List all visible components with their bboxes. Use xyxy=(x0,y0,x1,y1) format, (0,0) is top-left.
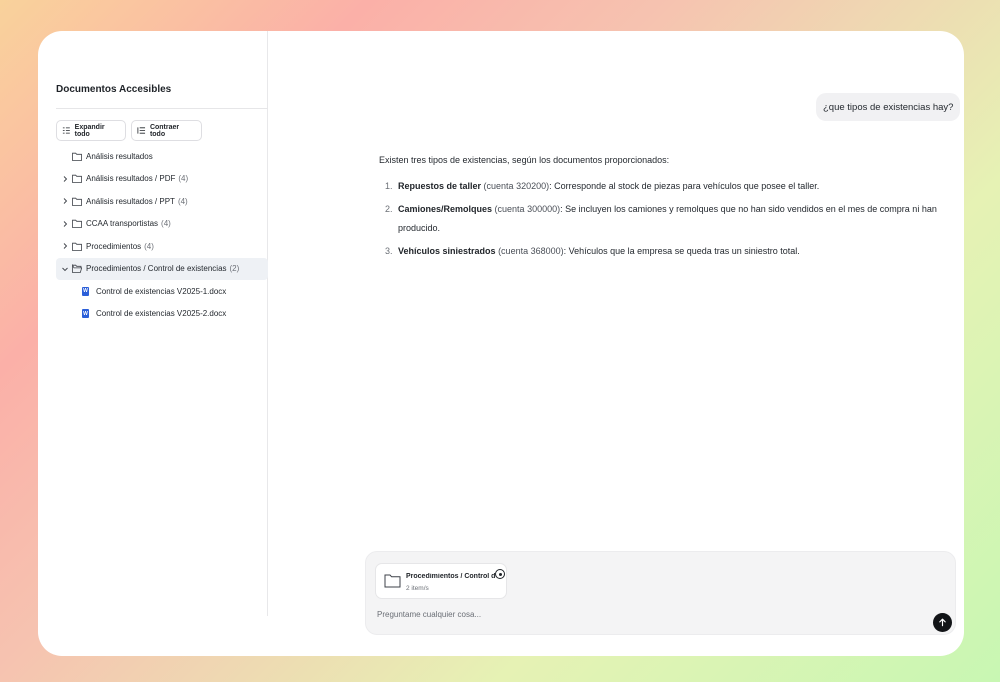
chevron-right-icon[interactable] xyxy=(61,220,69,228)
attachment-item-count: 2 item/s xyxy=(406,585,429,592)
tree-folder-label: Análisis resultados xyxy=(86,151,153,161)
answer-item-account: (cuenta 320200) xyxy=(483,181,550,191)
tree-folder-count: (2) xyxy=(229,264,240,274)
tree-folder-analisis-resultados[interactable]: Análisis resultados xyxy=(56,145,268,168)
tree-folder-analisis-ppt[interactable]: Análisis resultados / PPT (4) xyxy=(56,190,268,213)
remove-attachment-icon[interactable] xyxy=(495,569,505,579)
tree-folder-count: (4) xyxy=(161,219,171,229)
document-tree: Análisis resultados Análisis resultados … xyxy=(56,145,268,325)
answer-item-title: Repuestos de taller xyxy=(398,181,482,191)
answer-item-text: : Corresponde al stock de piezas para ve… xyxy=(549,181,820,191)
answer-list: 1. Repuestos de taller (cuenta 320200): … xyxy=(379,177,949,261)
folder-icon xyxy=(72,242,82,251)
app-window: Documentos Accesibles Expandir todo Cont… xyxy=(38,31,964,656)
tree-file-control-existencias-2[interactable]: W Control de existencias V2025-2.docx xyxy=(56,303,268,326)
answer-intro: Existen tres tipos de existencias, según… xyxy=(379,155,670,165)
tree-file-control-existencias-1[interactable]: W Control de existencias V2025-1.docx xyxy=(56,280,268,303)
folder-icon xyxy=(72,175,82,184)
attached-folder-card[interactable]: Procedimientos / Control de existencias … xyxy=(375,563,507,599)
answer-item-number: 2. xyxy=(385,204,393,214)
expand-all-label: Expandir todo xyxy=(74,123,105,138)
assistant-answer: Existen tres tipos de existencias, según… xyxy=(379,149,949,265)
chevron-down-icon[interactable] xyxy=(61,265,69,273)
answer-item-account: (cuenta 368000) xyxy=(498,246,564,256)
folder-icon xyxy=(72,152,82,161)
tree-folder-label: Procedimientos xyxy=(86,241,142,251)
sidebar-title: Documentos Accesibles xyxy=(56,84,172,95)
answer-item-number: 3. xyxy=(385,246,393,256)
tree-folder-label: Procedimientos / Control de existencias xyxy=(86,264,227,274)
answer-item-title: Camiones/Remolques xyxy=(398,204,493,214)
chevron-right-icon[interactable] xyxy=(61,197,69,205)
collapse-all-label: Contraer todo xyxy=(149,123,180,138)
folder-icon xyxy=(72,220,82,229)
tree-folder-label: CCAA transportistas xyxy=(86,219,159,229)
tree-folder-control-existencias[interactable]: Procedimientos / Control de existencias … xyxy=(56,257,268,280)
tree-folder-procedimientos[interactable]: Procedimientos (4) xyxy=(56,235,268,258)
folder-open-icon xyxy=(72,264,82,274)
tree-folder-label: Análisis resultados / PPT xyxy=(86,196,175,206)
word-document-icon: W xyxy=(82,286,89,296)
send-button[interactable] xyxy=(933,613,952,632)
tree-file-label: Control de existencias V2025-1.docx xyxy=(96,286,227,296)
tree-file-label: Control de existencias V2025-2.docx xyxy=(96,309,227,319)
folder-icon xyxy=(384,574,401,588)
tree-folder-ccaa-transportistas[interactable]: CCAA transportistas (4) xyxy=(56,213,268,236)
sidebar-divider xyxy=(56,108,268,109)
chat-composer: Procedimientos / Control de existencias … xyxy=(365,551,956,635)
answer-item-title: Vehículos siniestrados xyxy=(398,246,496,256)
answer-list-item: 1. Repuestos de taller (cuenta 320200): … xyxy=(379,177,949,196)
answer-list-item: 3. Vehículos siniestrados (cuenta 368000… xyxy=(379,242,949,261)
tree-folder-count: (4) xyxy=(177,196,188,206)
answer-list-item: 2. Camiones/Remolques (cuenta 300000): S… xyxy=(379,200,949,238)
expand-list-icon xyxy=(62,127,70,134)
user-message-text: ¿que tipos de existencias hay? xyxy=(823,101,954,113)
answer-item-text: : Vehículos que la empresa se queda tras… xyxy=(563,246,800,256)
collapse-all-button[interactable]: Contraer todo xyxy=(131,120,202,141)
chat-input[interactable] xyxy=(377,610,917,619)
user-message-bubble: ¿que tipos de existencias hay? xyxy=(816,93,961,121)
expand-all-button[interactable]: Expandir todo xyxy=(56,120,126,141)
documents-sidebar: Documentos Accesibles Expandir todo Cont… xyxy=(38,31,268,616)
word-document-icon: W xyxy=(82,309,89,319)
tree-folder-count: (4) xyxy=(144,241,154,251)
collapse-list-icon xyxy=(137,127,146,134)
tree-folder-analisis-pdf[interactable]: Análisis resultados / PDF (4) xyxy=(56,168,268,191)
chevron-right-icon[interactable] xyxy=(61,175,69,183)
tree-folder-count: (4) xyxy=(178,174,189,184)
arrow-up-icon xyxy=(939,618,946,627)
tree-folder-label: Análisis resultados / PDF xyxy=(86,174,176,184)
answer-item-account: (cuenta 300000) xyxy=(494,204,561,214)
attachment-title: Procedimientos / Control de existencias xyxy=(406,573,496,580)
folder-icon xyxy=(72,197,82,206)
answer-item-number: 1. xyxy=(385,181,393,191)
chevron-right-icon[interactable] xyxy=(61,242,69,250)
